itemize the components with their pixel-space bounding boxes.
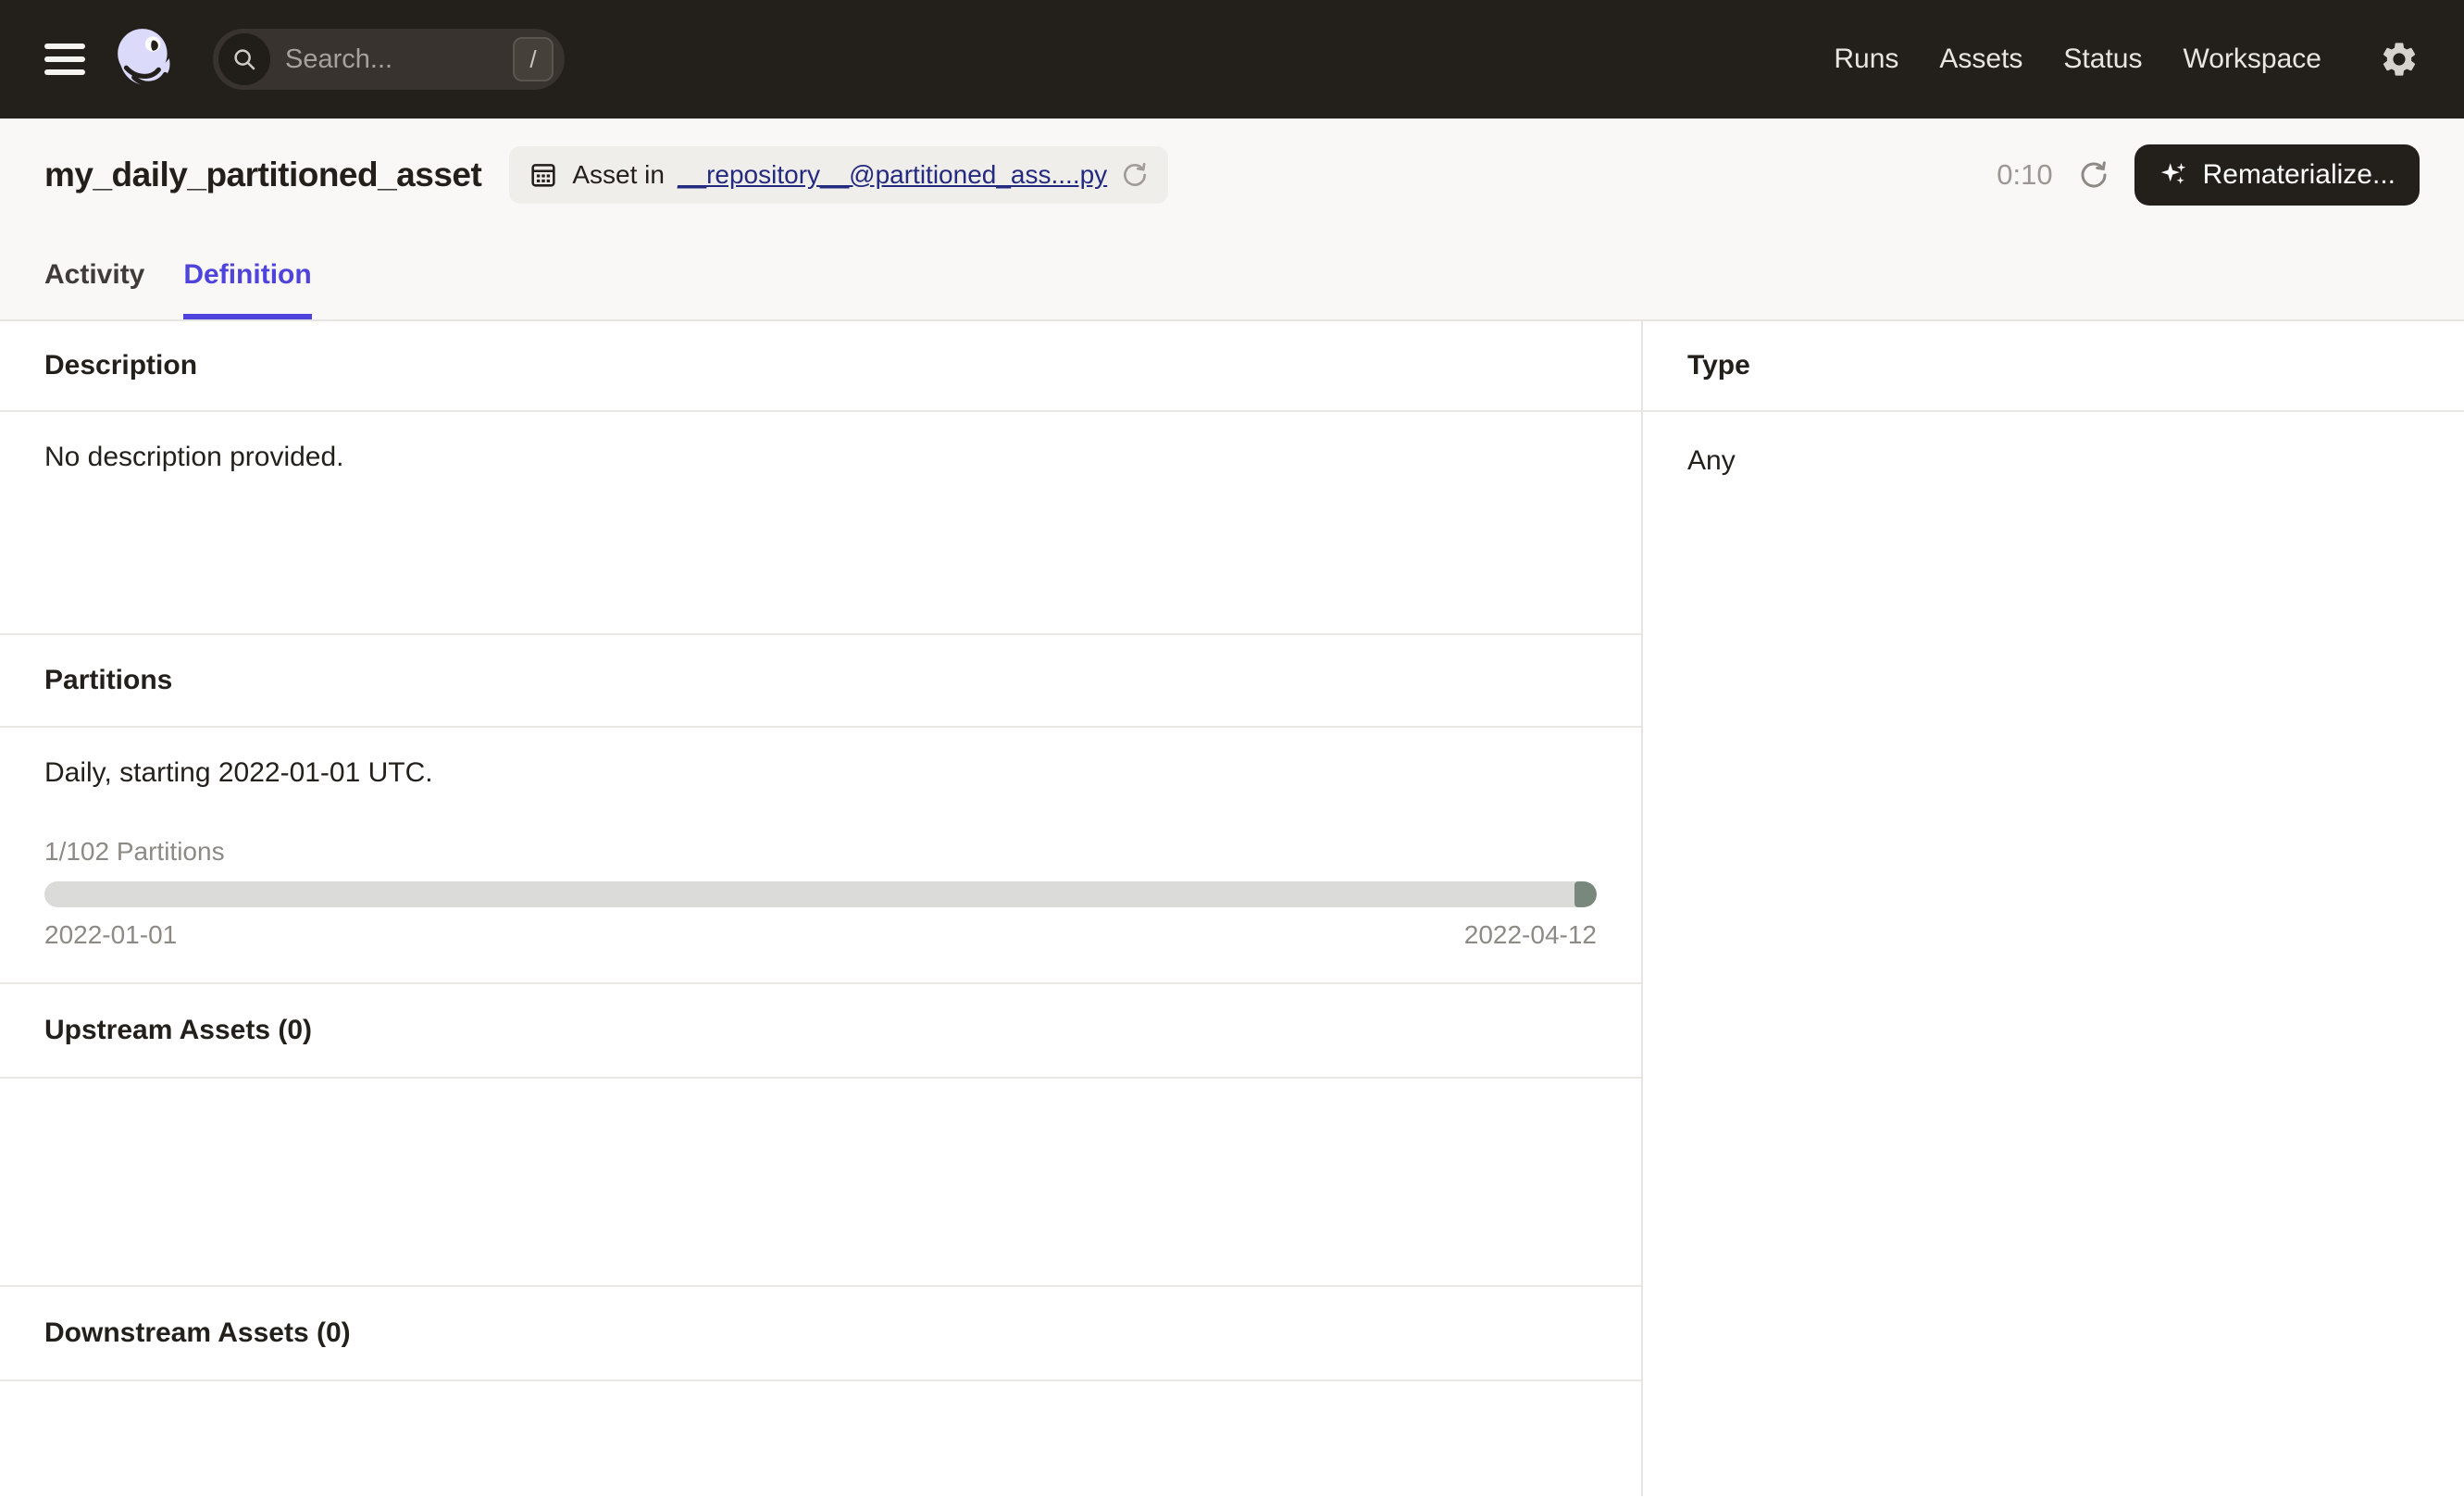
hamburger-bar [44, 44, 85, 49]
asset-page-header: my_daily_partitioned_asset Asset in __re… [0, 119, 2464, 321]
asset-location-badge: Asset in __repository__@partitioned_ass.… [509, 146, 1168, 204]
type-section-header: Type [1643, 321, 2464, 412]
settings-gear-icon[interactable] [2379, 39, 2420, 80]
definition-left-column: Description No description provided. Par… [0, 321, 1643, 1496]
hamburger-menu-icon[interactable] [44, 44, 85, 75]
partitions-section-body: Daily, starting 2022-01-01 UTC. 1/102 Pa… [0, 728, 1641, 984]
partition-range-end: 2022-04-12 [1464, 920, 1597, 950]
description-section-header: Description [0, 321, 1641, 412]
reload-location-icon[interactable] [1120, 160, 1150, 190]
top-nav-bar: / Runs Assets Status Workspace [0, 0, 2464, 119]
asset-badge-prefix: Asset in [572, 160, 665, 190]
hamburger-bar [44, 69, 85, 75]
upstream-assets-title: Upstream Assets (0) [44, 1015, 312, 1046]
asset-tabs: Activity Definition [0, 231, 2464, 319]
rematerialize-label: Rematerialize... [2203, 159, 2396, 191]
dagster-logo[interactable] [111, 24, 181, 94]
nav-status[interactable]: Status [2063, 44, 2142, 75]
repository-icon [528, 159, 559, 191]
partition-health-bar[interactable] [44, 881, 1597, 907]
downstream-assets-header: Downstream Assets (0) [0, 1287, 1641, 1381]
definition-right-column: Type Any [1643, 321, 2464, 1496]
partition-count-label: 1/102 Partitions [44, 837, 1597, 867]
description-section-body: No description provided. [0, 412, 1641, 635]
primary-nav: Runs Assets Status Workspace [1834, 39, 2420, 80]
sparkle-icon [2159, 159, 2190, 191]
partition-health-fill [1574, 881, 1597, 907]
tab-definition[interactable]: Definition [183, 231, 311, 319]
partitions-title: Partitions [44, 665, 172, 696]
description-title: Description [44, 350, 197, 381]
rematerialize-button[interactable]: Rematerialize... [2134, 144, 2420, 206]
type-section-body: Any [1643, 412, 2464, 506]
downstream-assets-body [0, 1381, 1641, 1496]
search-input[interactable] [285, 44, 513, 75]
slash-shortcut-badge: / [513, 37, 554, 81]
nav-assets[interactable]: Assets [1939, 44, 2022, 75]
type-title: Type [1687, 350, 1750, 381]
partition-schedule-text: Daily, starting 2022-01-01 UTC. [44, 757, 1597, 789]
upstream-assets-header: Upstream Assets (0) [0, 984, 1641, 1079]
partition-range-row: 2022-01-01 2022-04-12 [44, 920, 1597, 950]
page-title: my_daily_partitioned_asset [44, 156, 481, 194]
code-location-link[interactable]: __repository__@partitioned_ass....py [678, 160, 1107, 190]
partitions-section-header: Partitions [0, 635, 1641, 728]
dagster-octopus-icon [111, 24, 181, 94]
refresh-icon[interactable] [2077, 158, 2110, 192]
search-icon [218, 33, 270, 85]
type-value: Any [1687, 445, 1736, 476]
nav-runs[interactable]: Runs [1834, 44, 1898, 75]
definition-panel: Description No description provided. Par… [0, 321, 2464, 1496]
nav-workspace[interactable]: Workspace [2183, 44, 2321, 75]
description-text: No description provided. [44, 442, 344, 472]
upstream-assets-body [0, 1079, 1641, 1287]
downstream-assets-title: Downstream Assets (0) [44, 1317, 351, 1349]
hamburger-bar [44, 56, 85, 62]
global-search[interactable]: / [213, 29, 565, 90]
tab-activity[interactable]: Activity [44, 231, 144, 319]
partition-range-start: 2022-01-01 [44, 920, 177, 950]
refresh-countdown: 0:10 [1997, 158, 2052, 192]
